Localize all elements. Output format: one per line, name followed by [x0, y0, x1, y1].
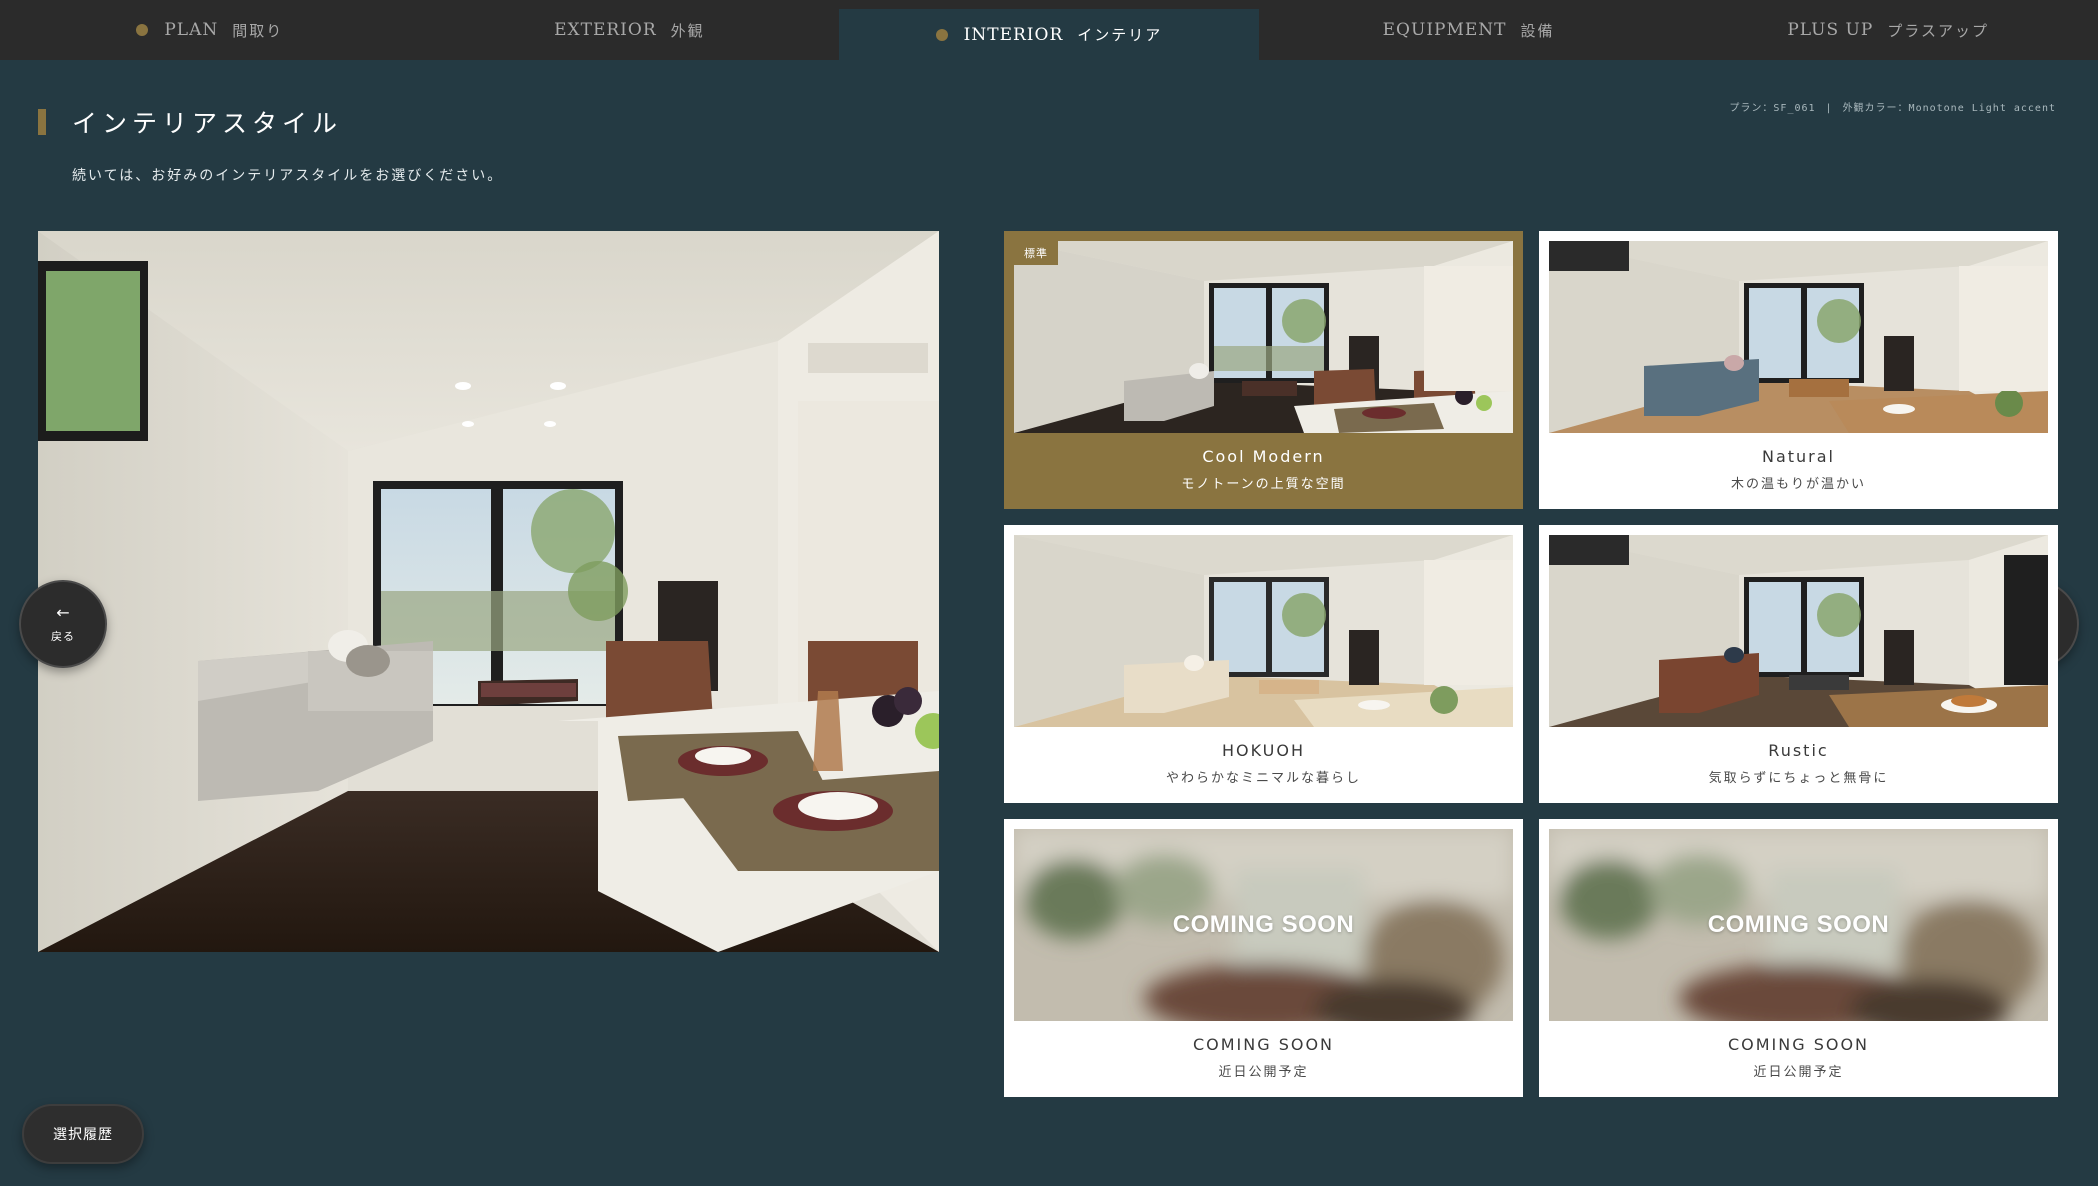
top-navigation: PLAN 間取り EXTERIOR 外観 INTERIOR インテリア EQUI…	[0, 0, 2098, 60]
style-card-hokuoh[interactable]: HOKUOH やわらかなミニマルな暮らし	[1004, 525, 1523, 803]
back-button-label: 戻る	[51, 630, 75, 643]
tab-label-en: PLUS UP	[1787, 20, 1874, 40]
tab-label-jp: 設備	[1520, 21, 1555, 40]
arrow-left-icon: ←	[56, 603, 70, 622]
style-card-name: HOKUOH	[1221, 741, 1306, 760]
style-card-coming-soon: COMING SOON COMING SOON 近日公開予定	[1539, 819, 2058, 1097]
meta-plan: プラン：SF_061	[1729, 103, 1816, 114]
style-thumbnail	[1014, 241, 1513, 433]
style-card-name: COMING SOON	[1727, 1035, 1870, 1054]
coming-soon-overlay-text: COMING SOON	[1172, 911, 1355, 938]
style-card-name: Natural	[1761, 447, 1835, 466]
tab-label-en: INTERIOR	[963, 24, 1064, 45]
standard-badge: 標準	[1014, 241, 1058, 265]
tab-label-jp: 外観	[670, 21, 705, 40]
page-subtitle: 続いては、お好みのインテリアスタイルをお選びください。	[72, 168, 504, 184]
tab-label-jp: インテリア	[1077, 26, 1163, 44]
style-card-name: COMING SOON	[1192, 1035, 1335, 1054]
tab-label-jp: 間取り	[232, 21, 284, 40]
style-card-description: やわらかなミニマルな暮らし	[1165, 771, 1361, 786]
style-thumbnail	[1549, 535, 2048, 727]
interior-preview-image	[38, 231, 939, 952]
tab-label-jp: プラスアップ	[1887, 21, 1989, 40]
style-card-rustic[interactable]: Rustic 気取らずにちょっと無骨に	[1539, 525, 2058, 803]
coming-soon-overlay-text: COMING SOON	[1707, 911, 1890, 938]
style-card-cool-modern[interactable]: 標準 Cool Modern モノトーンの上質な空間	[1004, 231, 1523, 509]
tab-label-en: PLAN	[164, 20, 219, 40]
completed-dot-icon	[136, 24, 149, 36]
completed-dot-icon	[935, 28, 948, 41]
meta-separator: |	[1825, 103, 1833, 114]
page-title: インテリアスタイル	[72, 109, 343, 138]
tab-label-en: EQUIPMENT	[1382, 20, 1507, 40]
style-card-natural[interactable]: Natural 木の温もりが温かい	[1539, 231, 2058, 509]
style-card-description: 気取らずにちょっと無骨に	[1708, 771, 1889, 786]
style-card-coming-soon: COMING SOON COMING SOON 近日公開予定	[1004, 819, 1523, 1097]
style-card-description: モノトーンの上質な空間	[1181, 477, 1346, 492]
tab-equipment[interactable]: EQUIPMENT 設備	[1259, 0, 1679, 60]
coming-soon-thumbnail: COMING SOON	[1014, 829, 1513, 1021]
style-thumbnail	[1549, 241, 2048, 433]
tab-exterior[interactable]: EXTERIOR 外観	[420, 0, 840, 60]
selection-history-button[interactable]: 選択履歴	[22, 1104, 144, 1164]
title-accent-bar	[38, 109, 46, 135]
style-card-name: Cool Modern	[1202, 447, 1325, 466]
tab-plus-up[interactable]: PLUS UP プラスアップ	[1678, 0, 2098, 60]
plan-meta-info: プラン：SF_061 | 外観カラー：Monotone Light accent	[1729, 99, 2056, 114]
style-card-name: Rustic	[1768, 741, 1829, 760]
coming-soon-thumbnail: COMING SOON	[1549, 829, 2048, 1021]
style-thumbnail	[1014, 535, 1513, 727]
style-card-description: 近日公開予定	[1218, 1065, 1309, 1080]
style-card-description: 近日公開予定	[1753, 1065, 1844, 1080]
meta-exterior-color: 外観カラー：Monotone Light accent	[1842, 103, 2056, 114]
style-card-description: 木の温もりが温かい	[1730, 477, 1866, 492]
back-button[interactable]: ← 戻る	[19, 580, 107, 668]
tab-label-en: EXTERIOR	[554, 20, 657, 40]
tab-plan[interactable]: PLAN 間取り	[0, 0, 420, 60]
tab-interior[interactable]: INTERIOR インテリア	[839, 9, 1259, 60]
